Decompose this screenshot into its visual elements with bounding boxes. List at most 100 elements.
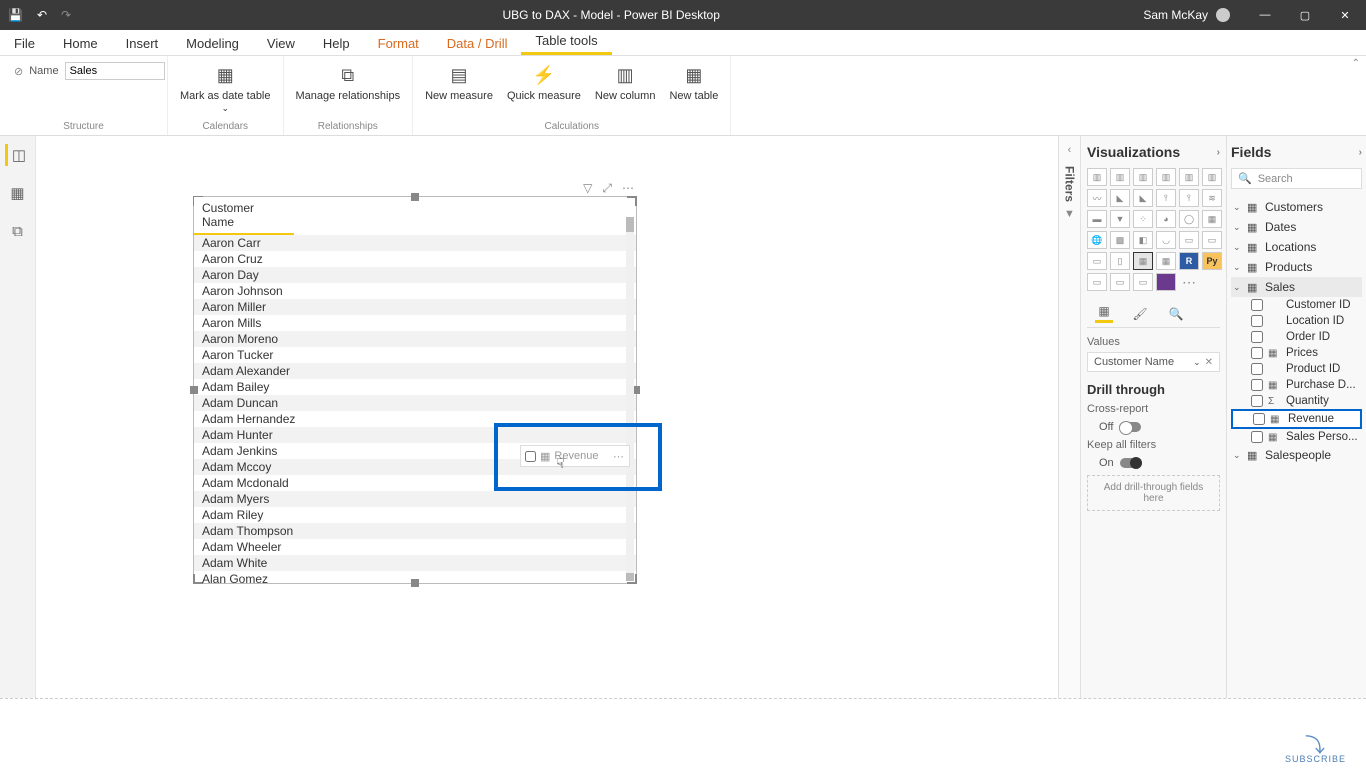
viz-funnel[interactable]: ▼ [1110,210,1130,228]
viz-gauge[interactable]: ◡ [1156,231,1176,249]
field-revenue[interactable]: ▦Revenue [1231,409,1362,429]
maximize-button[interactable]: ▢ [1288,0,1322,30]
fields-tab-icon[interactable]: ▦ [1095,305,1113,323]
table-row[interactable]: Aaron Moreno [194,331,636,347]
model-view-icon[interactable]: ⧉ [7,220,29,242]
table-customers[interactable]: ⌄▦Customers [1231,197,1362,217]
table-sales[interactable]: ⌄▦Sales [1231,277,1362,297]
viz-treemap[interactable]: ▦ [1202,210,1222,228]
table-row[interactable]: Alan Gomez [194,571,636,583]
viz-ribbon[interactable]: ≋ [1202,189,1222,207]
format-tab-icon[interactable]: 🖌 [1131,305,1149,323]
table-row[interactable]: Aaron Johnson [194,283,636,299]
minimize-button[interactable]: — [1248,0,1282,30]
field-customer-id[interactable]: Customer ID [1231,297,1362,313]
name-input[interactable] [65,62,165,80]
tab-insert[interactable]: Insert [112,32,173,55]
chevron-right-icon[interactable]: › [1217,147,1220,158]
value-field-well[interactable]: Customer Name ⌄ ✕ [1087,352,1220,372]
viz-line[interactable]: 〰 [1087,189,1107,207]
filter-icon[interactable]: ▽ [583,181,592,196]
quick-measure-button[interactable]: ⚡ Quick measure [501,60,587,107]
table-row[interactable]: Adam Duncan [194,395,636,411]
table-row[interactable]: Aaron Mills [194,315,636,331]
viz-line-col[interactable]: ⫯ [1156,189,1176,207]
redo-icon[interactable]: ↷ [61,8,71,22]
viz-line-col2[interactable]: ⫯ [1179,189,1199,207]
table-row[interactable]: Aaron Miller [194,299,636,315]
table-visual[interactable]: ▽ ⤢ ⋯ Customer Name Aaron CarrAaron Cruz… [193,196,637,584]
viz-matrix[interactable]: ▦ [1156,252,1176,270]
field-sales-perso---[interactable]: ▦Sales Perso... [1231,429,1362,445]
table-products[interactable]: ⌄▦Products [1231,257,1362,277]
analytics-tab-icon[interactable]: 🔍 [1167,305,1185,323]
field-location-id[interactable]: Location ID [1231,313,1362,329]
undo-icon[interactable]: ↶ [37,8,47,22]
viz-donut[interactable]: ◯ [1179,210,1199,228]
table-row[interactable]: Adam Bailey [194,379,636,395]
scrollbar[interactable] [626,217,634,581]
expand-filters-icon[interactable]: ‹ [1068,144,1072,156]
field-order-id[interactable]: Order ID [1231,329,1362,345]
field-purchase-d---[interactable]: ▦Purchase D... [1231,377,1362,393]
avatar[interactable] [1216,8,1230,22]
new-measure-button[interactable]: ▤ New measure [419,60,499,107]
viz-map[interactable]: 🌐 [1087,231,1107,249]
viz-clustered-col[interactable]: ▥ [1156,168,1176,186]
ribbon-collapse-icon[interactable]: ⌃ [1352,58,1360,69]
report-view-icon[interactable]: ◫ [5,144,27,166]
file-menu[interactable]: File [0,32,49,55]
viz-qa[interactable]: ▭ [1133,273,1153,291]
viz-waterfall[interactable]: ▬ [1087,210,1107,228]
mark-as-date-button[interactable]: ▦ Mark as date table⌄ [174,60,277,118]
table-row[interactable]: Adam Wheeler [194,539,636,555]
table-row[interactable]: Adam Thompson [194,523,636,539]
keep-filters-toggle[interactable] [1120,458,1142,468]
viz-shape-map[interactable]: ◧ [1133,231,1153,249]
tab-help[interactable]: Help [309,32,364,55]
viz-more[interactable]: ⋯ [1179,273,1199,291]
table-dates[interactable]: ⌄▦Dates [1231,217,1362,237]
table-row[interactable]: Adam White [194,555,636,571]
viz-pie[interactable]: ◕ [1156,210,1176,228]
table-row[interactable]: Adam Riley [194,507,636,523]
field-quantity[interactable]: ΣQuantity [1231,393,1362,409]
viz-custom[interactable] [1156,273,1176,291]
new-table-button[interactable]: ▦ New table [663,60,724,107]
viz-key-influencers[interactable]: ▭ [1087,273,1107,291]
field-product-id[interactable]: Product ID [1231,361,1362,377]
search-input[interactable]: 🔍 Search [1231,168,1362,189]
drag-chip[interactable]: ▦ Revenue ⋯ [520,445,630,467]
viz-slicer[interactable]: ▯ [1110,252,1130,270]
viz-multi-card[interactable]: ▭ [1202,231,1222,249]
viz-stacked-area[interactable]: ◣ [1133,189,1153,207]
column-header[interactable]: Customer Name [194,197,294,235]
table-row[interactable]: Aaron Day [194,267,636,283]
table-salespeople[interactable]: ⌄▦Salespeople [1231,445,1362,465]
viz-100-bar[interactable]: ▥ [1179,168,1199,186]
drill-dropzone[interactable]: Add drill-through fields here [1087,475,1220,511]
tab-data-drill[interactable]: Data / Drill [433,32,522,55]
table-row[interactable]: Adam Myers [194,491,636,507]
save-icon[interactable]: 💾 [8,8,23,22]
viz-r-script[interactable]: R [1179,252,1199,270]
viz-100-col[interactable]: ▥ [1202,168,1222,186]
close-button[interactable]: ✕ [1328,0,1362,30]
manage-relationships-button[interactable]: ⧉ Manage relationships [290,60,407,107]
field-prices[interactable]: ▦Prices [1231,345,1362,361]
table-row[interactable]: Aaron Tucker [194,347,636,363]
tab-view[interactable]: View [253,32,309,55]
table-row[interactable]: Aaron Cruz [194,251,636,267]
viz-table[interactable]: ▦ [1133,252,1153,270]
viz-stacked-col[interactable]: ▥ [1110,168,1130,186]
tab-table-tools[interactable]: Table tools [521,29,611,55]
tab-format[interactable]: Format [364,32,433,55]
cross-report-toggle[interactable] [1119,422,1141,432]
viz-scatter[interactable]: ⁘ [1133,210,1153,228]
data-view-icon[interactable]: ▦ [7,182,29,204]
new-column-button[interactable]: ▥ New column [589,60,662,107]
chevron-down-icon[interactable]: ⌄ [1193,357,1201,368]
subscribe-label[interactable]: SUBSCRIBE [1285,754,1346,764]
viz-python[interactable]: Py [1202,252,1222,270]
viz-area[interactable]: ◣ [1110,189,1130,207]
